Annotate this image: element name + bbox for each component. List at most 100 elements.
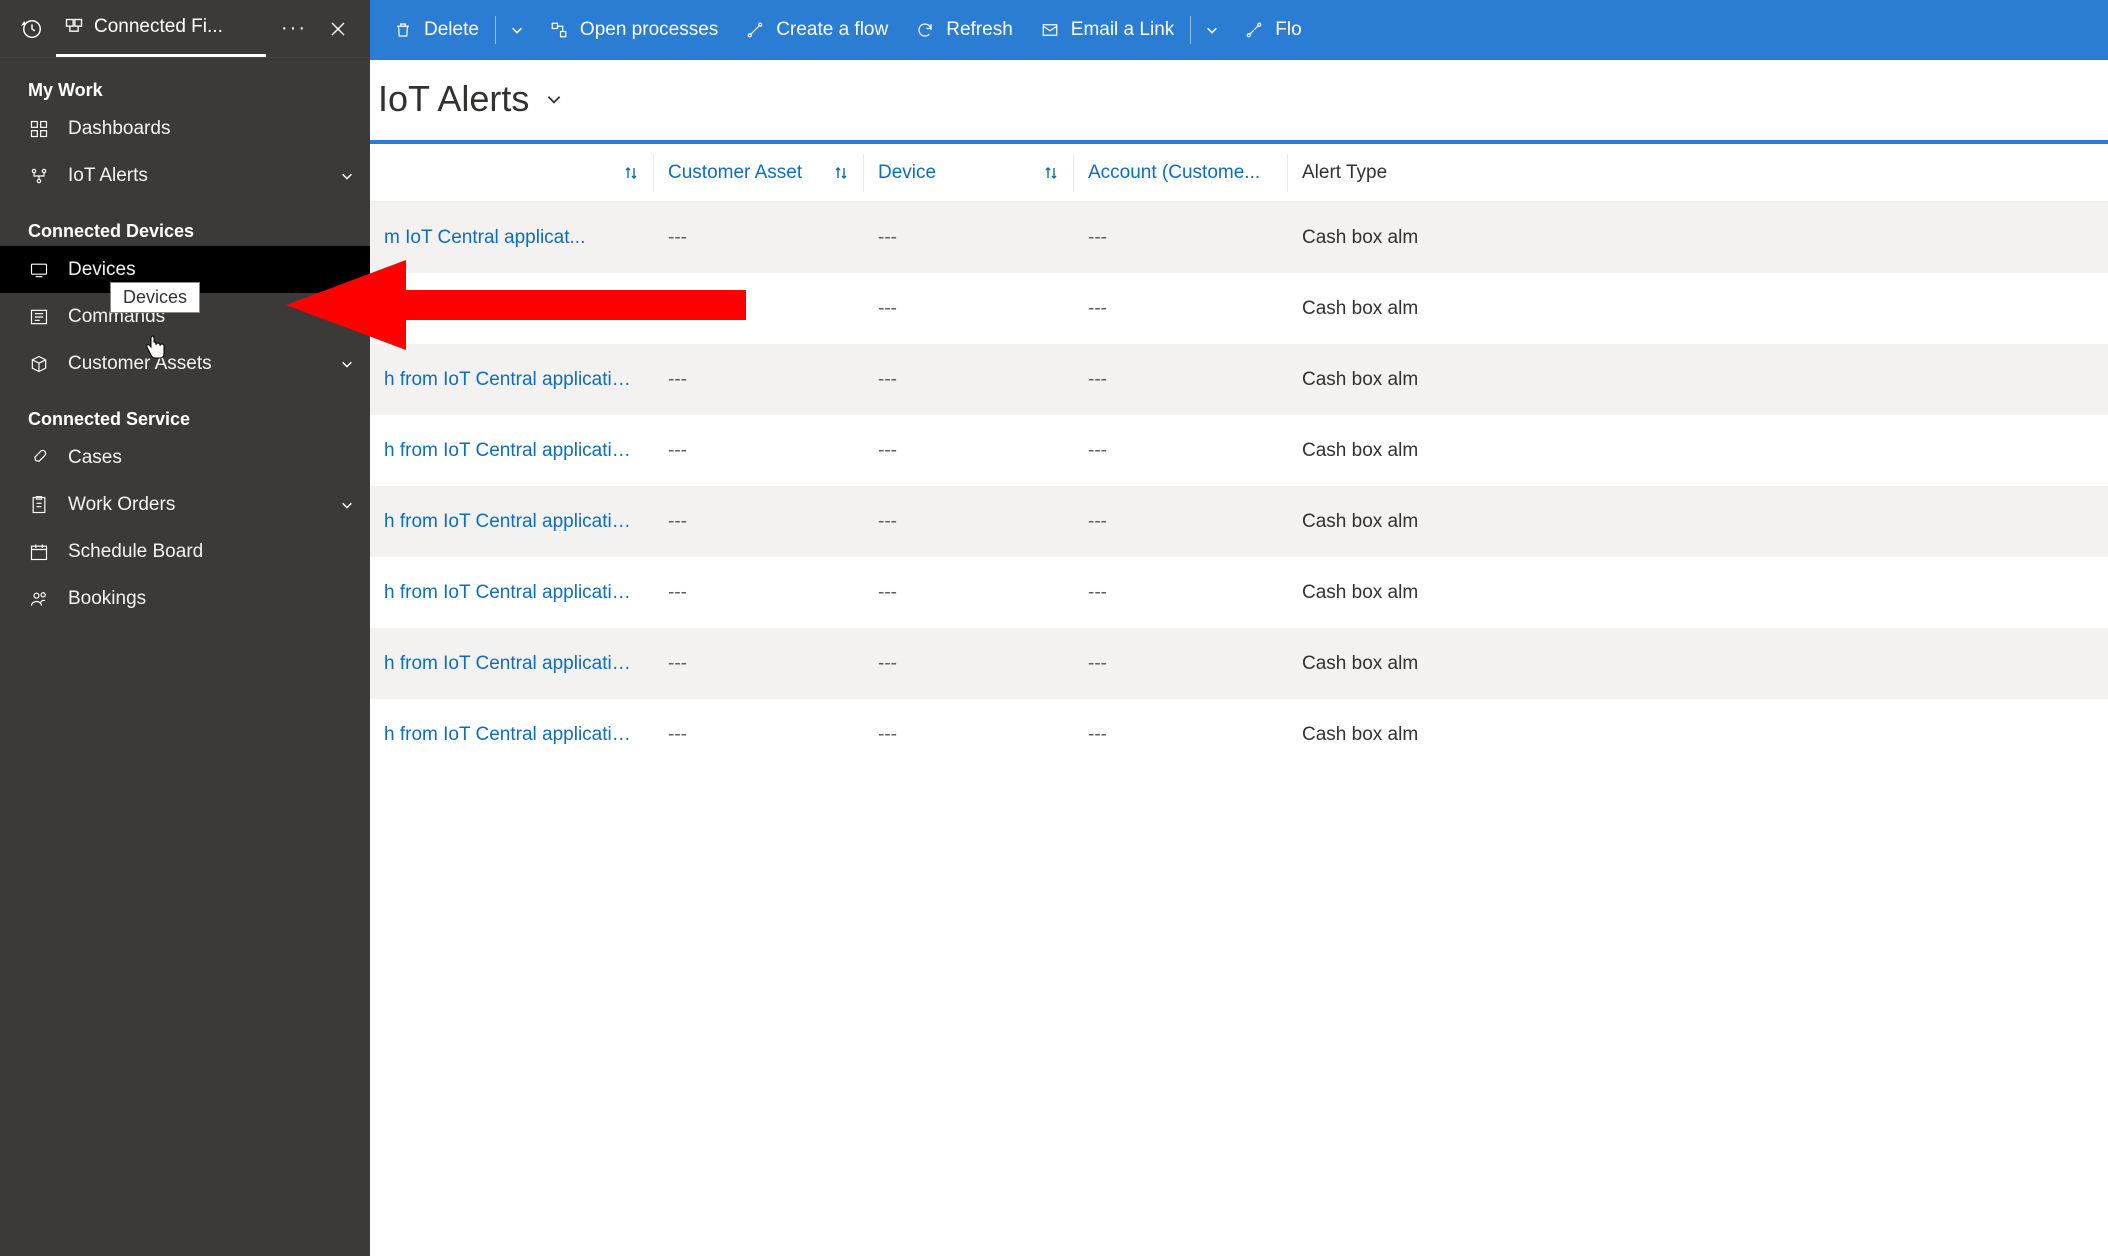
cmd-label: Refresh xyxy=(946,19,1013,41)
col-account[interactable]: Account (Custome... xyxy=(1074,154,1288,192)
cell-asset: --- xyxy=(654,227,864,249)
table-row[interactable]: h from IoT Central application: V-------… xyxy=(370,486,2108,557)
cell-device: --- xyxy=(864,653,1074,675)
schedule-icon xyxy=(28,541,50,563)
app-icon xyxy=(64,17,84,37)
breadcrumb[interactable]: Connected Fi... xyxy=(56,0,266,57)
cell-description[interactable]: h from IoT Central application: V xyxy=(370,582,654,604)
cmd-delete[interactable]: Delete xyxy=(380,0,493,60)
sidebar-top: Connected Fi... ··· xyxy=(0,0,370,58)
view-switcher[interactable] xyxy=(545,90,563,108)
cell-asset: --- xyxy=(654,511,864,533)
cell-account: --- xyxy=(1074,582,1288,604)
cell-device: --- xyxy=(864,298,1074,320)
cell-device: --- xyxy=(864,369,1074,391)
cases-icon xyxy=(28,447,50,469)
col-label: Device xyxy=(878,162,936,184)
sidebar-item-label: Bookings xyxy=(68,588,146,610)
col-label: Account (Custome... xyxy=(1088,162,1260,184)
process-icon xyxy=(550,21,568,39)
sidebar-item-bookings[interactable]: Bookings xyxy=(0,575,370,622)
cell-asset: --- xyxy=(654,440,864,462)
col-customer-asset[interactable]: Customer Asset xyxy=(654,154,864,192)
close-button[interactable] xyxy=(314,5,362,53)
grid-body: m IoT Central applicat...---------Cash b… xyxy=(370,202,2108,770)
nav-section-devices: Connected Devices xyxy=(0,199,370,246)
cmd-refresh[interactable]: Refresh xyxy=(902,0,1027,60)
assets-icon xyxy=(28,353,50,375)
cell-asset: --- xyxy=(654,724,864,746)
sidebar-item-label: IoT Alerts xyxy=(68,165,148,187)
cell-description[interactable]: h from IoT Central application: V xyxy=(370,653,654,675)
sort-icon xyxy=(1043,165,1059,181)
flow-icon xyxy=(746,21,764,39)
cell-type: Cash box alm xyxy=(1288,511,2108,533)
cmd-label: Delete xyxy=(424,19,479,41)
commands-icon xyxy=(28,306,50,328)
table-row[interactable]: h from IoT Central application: V-------… xyxy=(370,415,2108,486)
cmd-email-link[interactable]: Email a Link xyxy=(1027,0,1189,60)
grid-header: Customer Asset Device Account (Custome..… xyxy=(370,144,2108,202)
cmd-email-dropdown[interactable] xyxy=(1193,23,1231,37)
sidebar-item-label: Dashboards xyxy=(68,118,170,140)
refresh-icon xyxy=(916,21,934,39)
sidebar-item-schedule-board[interactable]: Schedule Board xyxy=(0,528,370,575)
cell-description[interactable]: h from IoT Central application: V xyxy=(370,440,654,462)
bookings-icon xyxy=(28,588,50,610)
sidebar-item-label: Customer Assets xyxy=(68,353,212,375)
sidebar-item-cases[interactable]: Cases xyxy=(0,434,370,481)
cell-asset: --- xyxy=(654,369,864,391)
cell-device: --- xyxy=(864,440,1074,462)
sidebar: Connected Fi... ··· My Work Dashboards I… xyxy=(0,0,370,1256)
sidebar-item-dashboards[interactable]: Dashboards xyxy=(0,105,370,152)
cell-device: --- xyxy=(864,511,1074,533)
sidebar-item-label: Work Orders xyxy=(68,494,175,516)
cell-description[interactable]: h from IoT Central application: V xyxy=(370,724,654,746)
cell-type: Cash box alm xyxy=(1288,582,2108,604)
table-row[interactable]: h from IoT Central application: V-------… xyxy=(370,628,2108,699)
email-icon xyxy=(1041,21,1059,39)
cell-account: --- xyxy=(1074,440,1288,462)
cell-description[interactable]: h from IoT Central application: V xyxy=(370,298,654,320)
more-button[interactable]: ··· xyxy=(274,17,314,40)
nav: My Work Dashboards IoT Alerts Connected … xyxy=(0,58,370,622)
col-alert-type[interactable]: Alert Type xyxy=(1288,154,2108,192)
cmd-delete-dropdown[interactable] xyxy=(498,23,536,37)
sidebar-item-customer-assets[interactable]: Customer Assets xyxy=(0,340,370,387)
sidebar-item-work-orders[interactable]: Work Orders xyxy=(0,481,370,528)
table-row[interactable]: h from IoT Central application: V-------… xyxy=(370,273,2108,344)
cell-description[interactable]: h from IoT Central application: V xyxy=(370,511,654,533)
cell-type: Cash box alm xyxy=(1288,227,2108,249)
sidebar-item-label: Schedule Board xyxy=(68,541,203,563)
cell-device: --- xyxy=(864,227,1074,249)
sidebar-item-label: Devices xyxy=(68,259,136,281)
cell-asset: --- xyxy=(654,298,864,320)
main: Delete Open processes Create a flow Refr… xyxy=(370,0,2108,1256)
chevron-down-icon xyxy=(340,498,354,512)
cell-account: --- xyxy=(1074,227,1288,249)
recent-icon[interactable] xyxy=(8,5,56,53)
cell-type: Cash box alm xyxy=(1288,724,2108,746)
devices-icon xyxy=(28,259,50,281)
iot-alerts-icon xyxy=(28,165,50,187)
cmd-flow2[interactable]: Flo xyxy=(1231,0,1315,60)
cmd-label: Create a flow xyxy=(776,19,888,41)
cell-account: --- xyxy=(1074,724,1288,746)
col-device[interactable]: Device xyxy=(864,154,1074,192)
table-row[interactable]: h from IoT Central application: V-------… xyxy=(370,699,2108,770)
cell-description[interactable]: h from IoT Central application: V xyxy=(370,369,654,391)
sidebar-item-iot-alerts[interactable]: IoT Alerts xyxy=(0,152,370,199)
cmd-create-flow[interactable]: Create a flow xyxy=(732,0,902,60)
table-row[interactable]: m IoT Central applicat...---------Cash b… xyxy=(370,202,2108,273)
cell-description[interactable]: m IoT Central applicat... xyxy=(370,227,654,249)
cell-type: Cash box alm xyxy=(1288,653,2108,675)
table-row[interactable]: h from IoT Central application: V-------… xyxy=(370,557,2108,628)
cell-account: --- xyxy=(1074,511,1288,533)
page-title: IoT Alerts xyxy=(378,78,529,120)
cmd-open-processes[interactable]: Open processes xyxy=(536,0,732,60)
col-description[interactable] xyxy=(370,154,654,192)
sidebar-item-label: Cases xyxy=(68,447,122,469)
table-row[interactable]: h from IoT Central application: V-------… xyxy=(370,344,2108,415)
cell-account: --- xyxy=(1074,653,1288,675)
workorders-icon xyxy=(28,494,50,516)
